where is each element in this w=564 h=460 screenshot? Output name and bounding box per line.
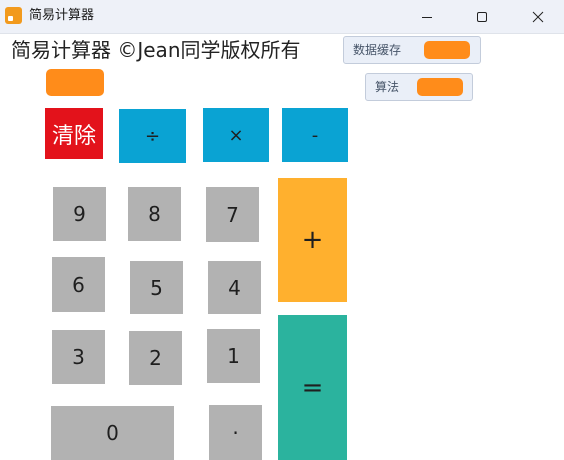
maximize-icon: [477, 11, 487, 22]
digit-9-button[interactable]: 9: [53, 187, 106, 241]
close-button[interactable]: [515, 0, 561, 33]
monitor-value: [424, 41, 470, 59]
digit-7-button[interactable]: 7: [206, 187, 259, 242]
plus-button[interactable]: +: [278, 178, 347, 302]
monitor-algorithm: 算法: [365, 73, 473, 101]
equals-button[interactable]: =: [278, 315, 347, 460]
minimize-icon: [422, 16, 432, 18]
close-icon: [532, 11, 544, 22]
title-bar: 简易计算器: [0, 0, 564, 34]
digit-0-button[interactable]: 0: [51, 406, 174, 460]
monitor-label: 数据缓存: [353, 43, 402, 57]
multiply-button[interactable]: ×: [203, 108, 269, 162]
monitor-data-cache: 数据缓存: [343, 36, 481, 64]
maximize-button[interactable]: [459, 0, 505, 33]
digit-5-button[interactable]: 5: [130, 261, 183, 314]
minimize-button[interactable]: [404, 0, 450, 33]
digit-3-button[interactable]: 3: [52, 330, 105, 384]
divide-button[interactable]: ÷: [119, 109, 186, 163]
decimal-point-button[interactable]: ·: [209, 405, 262, 460]
digit-6-button[interactable]: 6: [52, 257, 105, 312]
monitor-label: 算法: [375, 80, 400, 94]
result-display: [46, 69, 104, 96]
digit-2-button[interactable]: 2: [129, 331, 182, 385]
digit-8-button[interactable]: 8: [128, 187, 181, 241]
digit-1-button[interactable]: 1: [207, 329, 260, 383]
window-title: 简易计算器: [29, 8, 95, 23]
monitor-value: [417, 78, 463, 96]
clear-button[interactable]: 清除: [45, 108, 103, 159]
page-title: 简易计算器 ©Jean同学版权所有: [11, 38, 301, 62]
digit-4-button[interactable]: 4: [208, 261, 261, 314]
minus-button[interactable]: -: [282, 108, 348, 162]
app-icon: [5, 7, 22, 24]
